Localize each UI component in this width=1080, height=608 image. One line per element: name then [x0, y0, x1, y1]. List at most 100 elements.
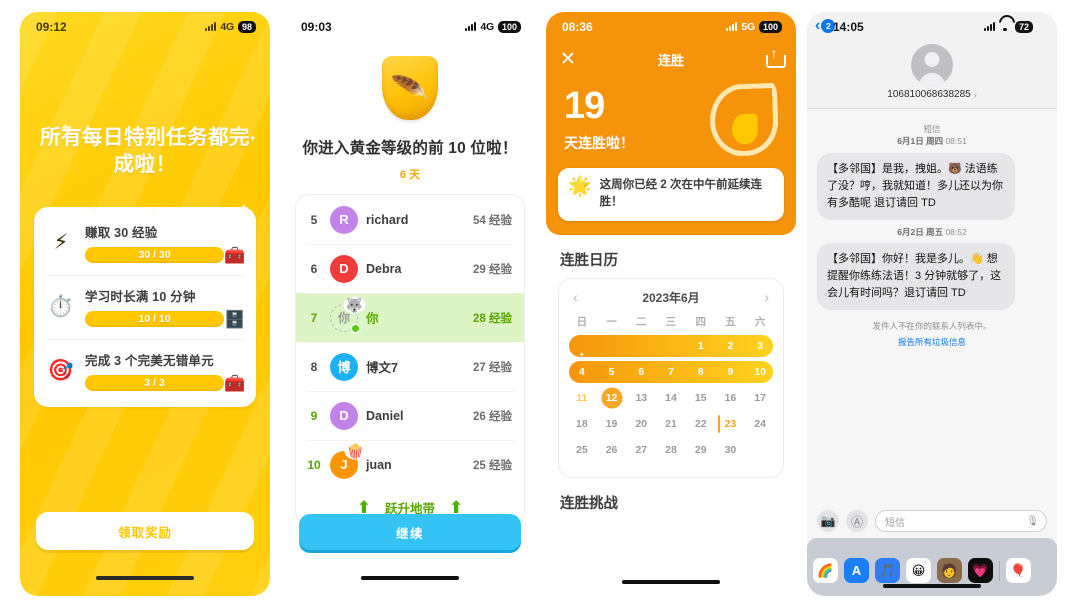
contact-header[interactable]: 106810068638285 ›	[817, 42, 1047, 100]
user-name: Debra	[366, 261, 402, 276]
calendar-day[interactable]: 28	[656, 439, 686, 461]
calendar-day[interactable]: 1	[686, 335, 716, 357]
message-composer: 📷 Ⓐ 短信 🎙	[807, 502, 1057, 538]
table-row[interactable]: 6 D Debra 29 经验	[296, 244, 524, 293]
calendar-day[interactable]: 9	[716, 361, 746, 383]
weekday-label: 五	[725, 315, 736, 328]
home-indicator[interactable]	[96, 575, 194, 580]
calendar-day[interactable]: 20	[626, 413, 656, 435]
app-icon-memoji-2[interactable]: 🧑	[937, 558, 962, 583]
chevron-right-icon[interactable]: ›	[764, 289, 769, 305]
calendar-day[interactable]: 10	[745, 361, 775, 383]
calendar-day[interactable]: 30	[716, 439, 746, 461]
network-label: 4G	[220, 20, 234, 33]
xp-value: 27 经验	[473, 361, 512, 374]
table-row[interactable]: 8 博 博文7 27 经验	[296, 342, 524, 391]
user-name: 博文7	[366, 361, 398, 375]
calendar-day[interactable]: 25	[567, 439, 597, 461]
claim-reward-button[interactable]: 领取奖励	[36, 512, 254, 550]
target-icon: 🎯	[47, 359, 75, 382]
calendar-day[interactable]: 15	[686, 387, 716, 409]
calendar-day[interactable]: 13	[626, 387, 656, 409]
lightning-icon: ⚡	[53, 231, 69, 254]
calendar-day[interactable]: 14	[656, 387, 686, 409]
status-bar: 14:05 72	[817, 12, 1047, 42]
panel-daily-quests: 09:12 4G 98 ✦ ✦ ✦ ✦ ✦ 所有每日特别任务都完成啦！ ⚡ 赚取…	[20, 12, 270, 596]
calendar-day[interactable]: 2	[716, 335, 746, 357]
calendar-day[interactable]: 5	[597, 361, 627, 383]
table-row[interactable]: 10 J 🍿 juan 25 经验	[296, 440, 524, 489]
home-indicator[interactable]	[622, 579, 720, 584]
app-icon-photos[interactable]: 🌈	[813, 558, 838, 583]
microphone-icon[interactable]: 🎙	[1026, 516, 1039, 527]
calendar-day[interactable]: 24	[745, 413, 775, 435]
chest-icon: 🧰	[224, 245, 246, 265]
quest-label: 完成 3 个完美无错单元	[85, 353, 214, 368]
xp-value: 29 经验	[473, 263, 512, 276]
rank-number: 8	[310, 359, 318, 374]
home-indicator[interactable]	[361, 575, 459, 580]
sun-icon: 🌟	[568, 176, 592, 197]
calendar-day[interactable]: 16	[716, 387, 746, 409]
report-junk-link[interactable]: 报告所有垃圾信息	[817, 336, 1047, 348]
home-indicator[interactable]	[883, 583, 981, 588]
table-row-current-user[interactable]: 7 你 🐺 你 28 经验	[296, 293, 524, 342]
quest-item[interactable]: ⏱️ 学习时长满 10 分钟 10 / 10 🗄️	[34, 274, 256, 339]
quest-label: 学习时长满 10 分钟	[85, 289, 196, 304]
user-name: juan	[366, 457, 392, 472]
calendar-day[interactable]: 29	[686, 439, 716, 461]
calendar-day[interactable]: 8	[686, 361, 716, 383]
app-icon-more[interactable]: 🎈	[1006, 558, 1031, 583]
rank-number: 7	[310, 310, 318, 325]
calendar-week: 18 19 20 21 22 23 24	[567, 413, 775, 435]
streak-count-label: 天连胜啦！	[564, 135, 634, 151]
calendar-month: 2023年6月	[642, 290, 700, 305]
calendar-day[interactable]: 27	[626, 439, 656, 461]
app-icon-store[interactable]: A	[844, 558, 869, 583]
timestamp-date: 6月1日 周四	[897, 136, 944, 147]
share-icon[interactable]	[766, 46, 786, 68]
camera-icon[interactable]: 📷	[817, 510, 839, 532]
calendar-day[interactable]: 26	[597, 439, 627, 461]
calendar-day[interactable]: 4	[567, 361, 597, 383]
quest-label: 赚取 30 经验	[85, 225, 158, 240]
table-row[interactable]: 5 R richard 54 经验	[296, 195, 524, 244]
close-icon[interactable]: ✕	[560, 50, 576, 69]
calendar-day[interactable]: 18	[567, 413, 597, 435]
message-input[interactable]: 短信 🎙	[875, 510, 1047, 532]
avatar	[911, 44, 953, 86]
quest-item[interactable]: ⚡ 赚取 30 经验 30 / 30 🧰	[34, 211, 256, 275]
app-store-icon[interactable]: Ⓐ	[846, 510, 868, 532]
message-bubble[interactable]: 【多邻国】你好！我是多儿。👋 想提醒你练练法语！3 分钟就够了，这会儿有时间吗？…	[817, 243, 1015, 311]
app-icon-memoji-1[interactable]: 😀	[906, 558, 931, 583]
service-label-text: 短信	[923, 124, 941, 134]
message-bubble[interactable]: 【多邻国】是我，拽姐。🐻 法语练了没？哼，我就知道！多儿还以为你有多酷呢 退订请…	[817, 152, 1015, 220]
calendar-day[interactable]: 11	[567, 387, 597, 409]
calendar-day[interactable]: 17	[745, 387, 775, 409]
quest-item[interactable]: 🎯 完成 3 个完美无错单元 3 / 3 🧰	[34, 338, 256, 403]
calendar-day[interactable]: 21	[656, 413, 686, 435]
feather-icon: 🪶	[390, 69, 430, 106]
user-name: richard	[366, 212, 409, 227]
app-icon-audio[interactable]: 🎵	[875, 558, 900, 583]
arrow-up-icon: ⬆	[449, 497, 464, 517]
calendar-day[interactable]: 6	[626, 361, 656, 383]
calendar-day[interactable]: 7	[656, 361, 686, 383]
status-bar: 08:36 5G 100	[546, 12, 796, 42]
calendar-day[interactable]: 19	[597, 413, 627, 435]
popcorn-emoji-icon: 🍿	[345, 442, 365, 459]
streak-challenge-title: 连胜挑战	[560, 495, 618, 512]
app-icon-digital-touch[interactable]: 💗	[968, 558, 993, 583]
calendar-day-marked[interactable]: 23	[716, 413, 746, 435]
calendar-day-today[interactable]: 12	[597, 387, 627, 409]
status-bar: 09:12 4G 98	[20, 12, 270, 42]
continue-button[interactable]: 继续	[299, 514, 521, 550]
signal-icon	[465, 22, 477, 32]
calendar-week: 4 5 6 7 8 9 10	[567, 360, 775, 383]
table-row[interactable]: 9 D Daniel 26 经验	[296, 391, 524, 440]
battery-badge: 72	[1014, 20, 1033, 34]
streak-note-text: 这周你已经 2 次在中午前延续连胜！	[599, 179, 762, 209]
calendar-day[interactable]: 22	[686, 413, 716, 435]
calendar-day[interactable]: 3	[745, 335, 775, 357]
chevron-left-icon[interactable]: ‹	[573, 289, 578, 305]
